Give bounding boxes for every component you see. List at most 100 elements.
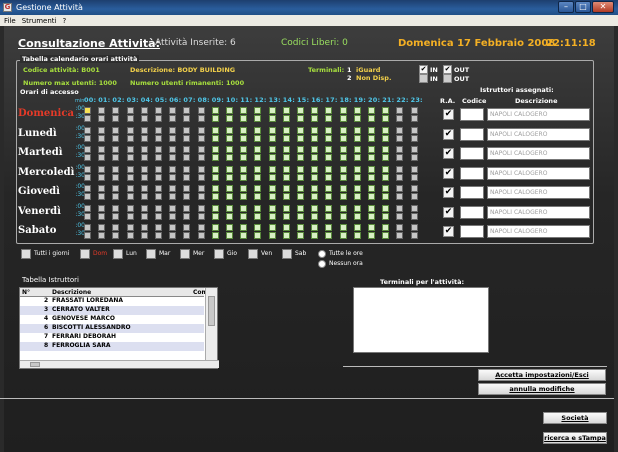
time-slot-checkbox[interactable] [140, 224, 148, 231]
time-slot-checkbox[interactable] [126, 232, 134, 239]
time-slot-checkbox[interactable] [226, 173, 233, 181]
time-slot-checkbox[interactable] [353, 107, 361, 114]
gio-checkbox[interactable] [214, 249, 224, 259]
time-slot-checkbox[interactable] [155, 107, 162, 114]
time-slot-checkbox[interactable] [112, 134, 120, 142]
time-slot-checkbox[interactable] [211, 185, 219, 192]
time-slot-checkbox[interactable] [140, 115, 148, 122]
time-slot-checkbox[interactable] [282, 107, 290, 114]
accetta-button[interactable]: Accetta impostazioni/Esci [478, 369, 606, 381]
time-slot-checkbox[interactable] [211, 204, 219, 212]
time-slot-checkbox[interactable] [112, 154, 120, 161]
time-slot-checkbox[interactable] [410, 232, 418, 239]
time-slot-checkbox[interactable] [98, 134, 106, 142]
time-slot-checkbox[interactable] [297, 212, 304, 220]
time-slot-checkbox[interactable] [140, 107, 148, 114]
time-slot-checkbox[interactable] [84, 146, 91, 153]
time-slot-checkbox[interactable] [311, 193, 319, 200]
time-slot-checkbox[interactable] [112, 232, 120, 239]
ricerca-stampa-button[interactable]: ricerca e sTampa [543, 432, 607, 444]
time-slot-checkbox[interactable] [197, 154, 205, 161]
time-slot-checkbox[interactable] [339, 204, 347, 212]
time-slot-checkbox[interactable] [169, 126, 177, 134]
time-slot-checkbox[interactable] [410, 146, 418, 153]
hscroll-thumb[interactable] [30, 362, 40, 367]
time-slot-checkbox[interactable] [297, 224, 304, 231]
time-slot-checkbox[interactable] [339, 232, 347, 239]
minimize-button[interactable]: – [558, 1, 574, 13]
time-slot-checkbox[interactable] [183, 107, 191, 114]
time-slot-checkbox[interactable] [112, 204, 120, 212]
time-slot-checkbox[interactable] [297, 134, 304, 142]
time-slot-checkbox[interactable] [112, 146, 120, 153]
time-slot-checkbox[interactable] [98, 185, 106, 192]
time-slot-checkbox[interactable] [368, 165, 375, 173]
time-slot-checkbox[interactable] [84, 193, 91, 200]
time-slot-checkbox[interactable] [410, 204, 418, 212]
time-slot-checkbox[interactable] [169, 193, 177, 200]
time-slot-checkbox[interactable] [140, 204, 148, 212]
time-slot-checkbox[interactable] [339, 126, 347, 134]
time-slot-checkbox[interactable] [325, 193, 333, 200]
time-slot-checkbox[interactable] [98, 173, 106, 181]
time-slot-checkbox[interactable] [140, 146, 148, 153]
time-slot-checkbox[interactable] [339, 224, 347, 231]
time-slot-checkbox[interactable] [282, 126, 290, 134]
time-slot-checkbox[interactable] [297, 154, 304, 161]
time-slot-checkbox[interactable] [226, 224, 233, 231]
time-slot-checkbox[interactable] [169, 232, 177, 239]
time-slot-checkbox[interactable] [254, 224, 262, 231]
time-slot-checkbox[interactable] [254, 115, 262, 122]
time-slot-checkbox[interactable] [126, 165, 134, 173]
time-slot-checkbox[interactable] [126, 185, 134, 192]
time-slot-checkbox[interactable] [155, 204, 162, 212]
time-slot-checkbox[interactable] [126, 224, 134, 231]
descrizione-istruttore-input[interactable]: NAPOLI CALOGERO [487, 186, 590, 199]
time-slot-checkbox[interactable] [382, 146, 390, 153]
mar-checkbox[interactable] [146, 249, 156, 259]
time-slot-checkbox[interactable] [282, 224, 290, 231]
time-slot-checkbox[interactable] [226, 165, 233, 173]
time-slot-checkbox[interactable] [140, 212, 148, 220]
time-slot-checkbox[interactable] [112, 165, 120, 173]
time-slot-checkbox[interactable] [368, 232, 375, 239]
time-slot-checkbox[interactable] [325, 146, 333, 153]
time-slot-checkbox[interactable] [211, 232, 219, 239]
descrizione-istruttore-input[interactable]: NAPOLI CALOGERO [487, 108, 590, 121]
time-slot-checkbox[interactable] [226, 185, 233, 192]
time-slot-checkbox[interactable] [211, 107, 219, 114]
time-slot-checkbox[interactable] [98, 165, 106, 173]
ra-checkbox[interactable]: ✔ [443, 206, 454, 218]
time-slot-checkbox[interactable] [382, 165, 390, 173]
time-slot-checkbox[interactable] [84, 107, 91, 114]
time-slot-checkbox[interactable] [311, 107, 319, 114]
time-slot-checkbox[interactable] [197, 107, 205, 114]
time-slot-checkbox[interactable] [211, 126, 219, 134]
time-slot-checkbox[interactable] [396, 204, 404, 212]
time-slot-checkbox[interactable] [339, 165, 347, 173]
descrizione-istruttore-input[interactable]: NAPOLI CALOGERO [487, 147, 590, 160]
time-slot-checkbox[interactable] [353, 134, 361, 142]
time-slot-checkbox[interactable] [382, 232, 390, 239]
term2-out-checkbox[interactable] [443, 74, 452, 83]
term1-in-checkbox[interactable]: ✔ [419, 65, 428, 74]
time-slot-checkbox[interactable] [254, 232, 262, 239]
time-slot-checkbox[interactable] [396, 232, 404, 239]
time-slot-checkbox[interactable] [353, 232, 361, 239]
time-slot-checkbox[interactable] [211, 115, 219, 122]
time-slot-checkbox[interactable] [297, 193, 304, 200]
time-slot-checkbox[interactable] [353, 212, 361, 220]
time-slot-checkbox[interactable] [282, 173, 290, 181]
time-slot-checkbox[interactable] [155, 232, 162, 239]
time-slot-checkbox[interactable] [339, 107, 347, 114]
time-slot-checkbox[interactable] [183, 165, 191, 173]
time-slot-checkbox[interactable] [353, 204, 361, 212]
time-slot-checkbox[interactable] [410, 193, 418, 200]
time-slot-checkbox[interactable] [140, 126, 148, 134]
time-slot-checkbox[interactable] [254, 134, 262, 142]
time-slot-checkbox[interactable] [410, 165, 418, 173]
time-slot-checkbox[interactable] [410, 115, 418, 122]
time-slot-checkbox[interactable] [169, 204, 177, 212]
time-slot-checkbox[interactable] [297, 146, 304, 153]
time-slot-checkbox[interactable] [183, 193, 191, 200]
